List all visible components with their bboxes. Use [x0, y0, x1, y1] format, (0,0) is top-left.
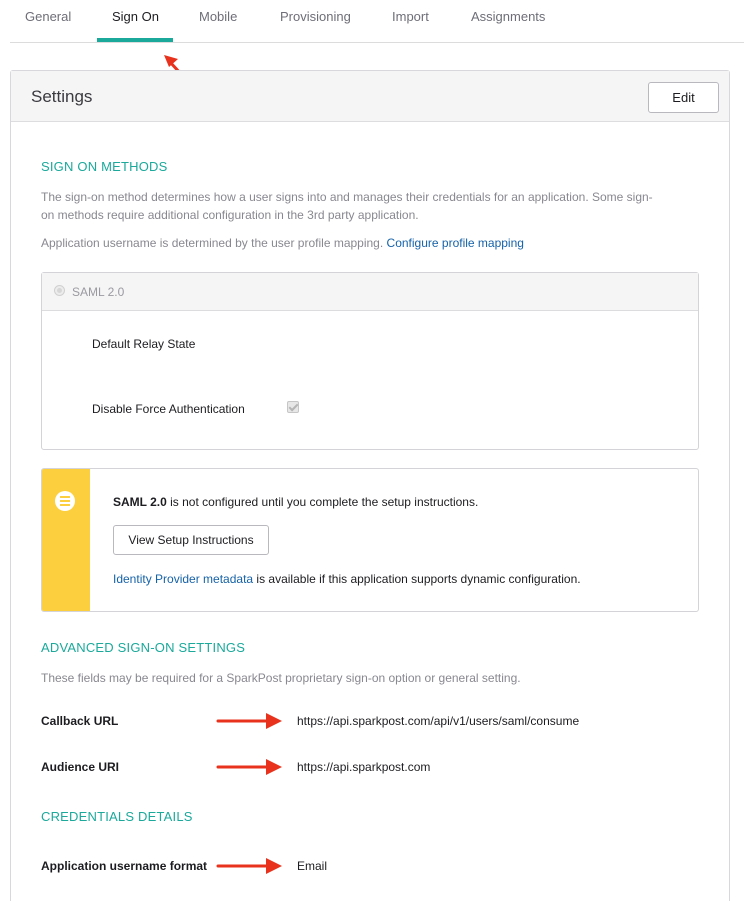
tab-mobile[interactable]: Mobile [199, 9, 237, 24]
panel-header: Settings Edit [11, 71, 729, 122]
audience-uri-label: Audience URI [41, 760, 120, 774]
tab-sign-on[interactable]: Sign On [112, 9, 159, 24]
username-format-value: Email [297, 859, 328, 873]
default-relay-state-label: Default Relay State [92, 337, 196, 351]
annotation-arrow-icon [216, 713, 282, 729]
saml-method-box: SAML 2.0 Default Relay State Disable For… [41, 272, 699, 450]
disable-force-auth-label: Disable Force Authentication [92, 402, 245, 416]
view-setup-instructions-button[interactable]: View Setup Instructions [113, 525, 269, 555]
tab-assignments[interactable]: Assignments [471, 9, 545, 24]
tab-provisioning[interactable]: Provisioning [280, 9, 351, 24]
edit-button[interactable]: Edit [648, 82, 719, 113]
identity-provider-metadata-link[interactable]: Identity Provider metadata [113, 572, 253, 586]
advanced-settings-description: These fields may be required for a Spark… [41, 671, 521, 685]
saml-label: SAML 2.0 [72, 285, 125, 299]
advanced-settings-title: ADVANCED SIGN-ON SETTINGS [41, 640, 246, 655]
notice-message: SAML 2.0 is not configured until you com… [113, 495, 479, 509]
configure-profile-mapping-link[interactable]: Configure profile mapping [387, 236, 524, 250]
panel-title: Settings [31, 87, 93, 106]
sign-on-methods-title: SIGN ON METHODS [41, 159, 168, 174]
metadata-message: Identity Provider metadata is available … [113, 572, 581, 586]
audience-uri-value: https://api.sparkpost.com [297, 760, 431, 774]
tab-general[interactable]: General [25, 9, 71, 24]
saml-header: SAML 2.0 [42, 273, 698, 311]
notice-bar [42, 469, 90, 611]
saml-radio[interactable] [54, 285, 65, 296]
tab-import[interactable]: Import [392, 9, 429, 24]
callback-url-label: Callback URL [41, 714, 119, 728]
annotation-arrow-icon [216, 858, 282, 874]
credentials-details-title: CREDENTIALS DETAILS [41, 809, 193, 824]
callback-url-value: https://api.sparkpost.com/api/v1/users/s… [297, 714, 580, 728]
active-tab-indicator [97, 38, 173, 42]
tab-bar: General Sign On Mobile Provisioning Impo… [10, 0, 744, 43]
username-mapping-text: Application username is determined by th… [41, 236, 524, 250]
setup-notice: SAML 2.0 is not configured until you com… [41, 468, 699, 612]
annotation-arrow-icon [216, 759, 282, 775]
list-icon [55, 491, 75, 511]
sign-on-methods-description: The sign-on method determines how a user… [41, 190, 653, 222]
disable-force-auth-checkbox[interactable] [287, 401, 299, 413]
username-format-label: Application username format [41, 859, 208, 873]
